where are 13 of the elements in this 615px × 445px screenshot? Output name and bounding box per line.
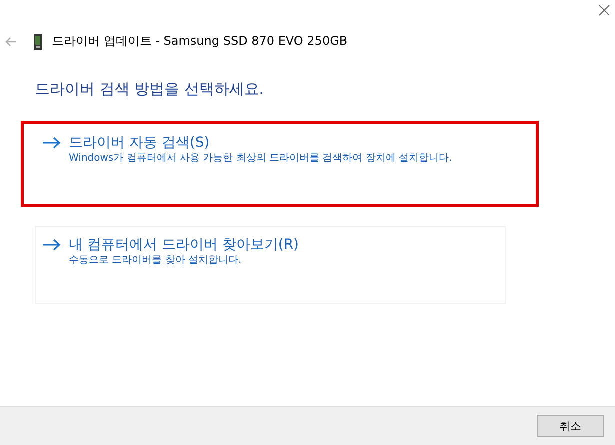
option-link[interactable]: 드라이버 자동 검색(S) Windows가 컴퓨터에서 사용 가능한 최상의 드라이버를 검색하여 장치에 설치합니다. (35, 124, 506, 204)
close-icon[interactable] (599, 5, 610, 16)
arrow-icon (43, 239, 61, 251)
option-description: 수동으로 드라이버를 찾아 설치합니다. (69, 254, 243, 267)
arrow-icon (43, 137, 61, 149)
heading: 드라이버 검색 방법을 선택하세요. (35, 80, 266, 99)
option-title: 내 컴퓨터에서 드라이버 찾아보기(R) (69, 236, 300, 254)
option-title: 드라이버 자동 검색(S) (69, 134, 210, 152)
window-title: 드라이버 업데이트 - Samsung SSD 870 EVO 250GB (52, 33, 348, 50)
cancel-button[interactable]: 취소 (537, 415, 604, 437)
option-link[interactable]: 내 컴퓨터에서 드라이버 찾아보기(R) 수동으로 드라이버를 찾아 설치합니다. (35, 226, 506, 304)
drive-icon (34, 34, 42, 50)
option-description: Windows가 컴퓨터에서 사용 가능한 최상의 드라이버를 검색하여 장치에 설치합니다. (69, 152, 454, 165)
